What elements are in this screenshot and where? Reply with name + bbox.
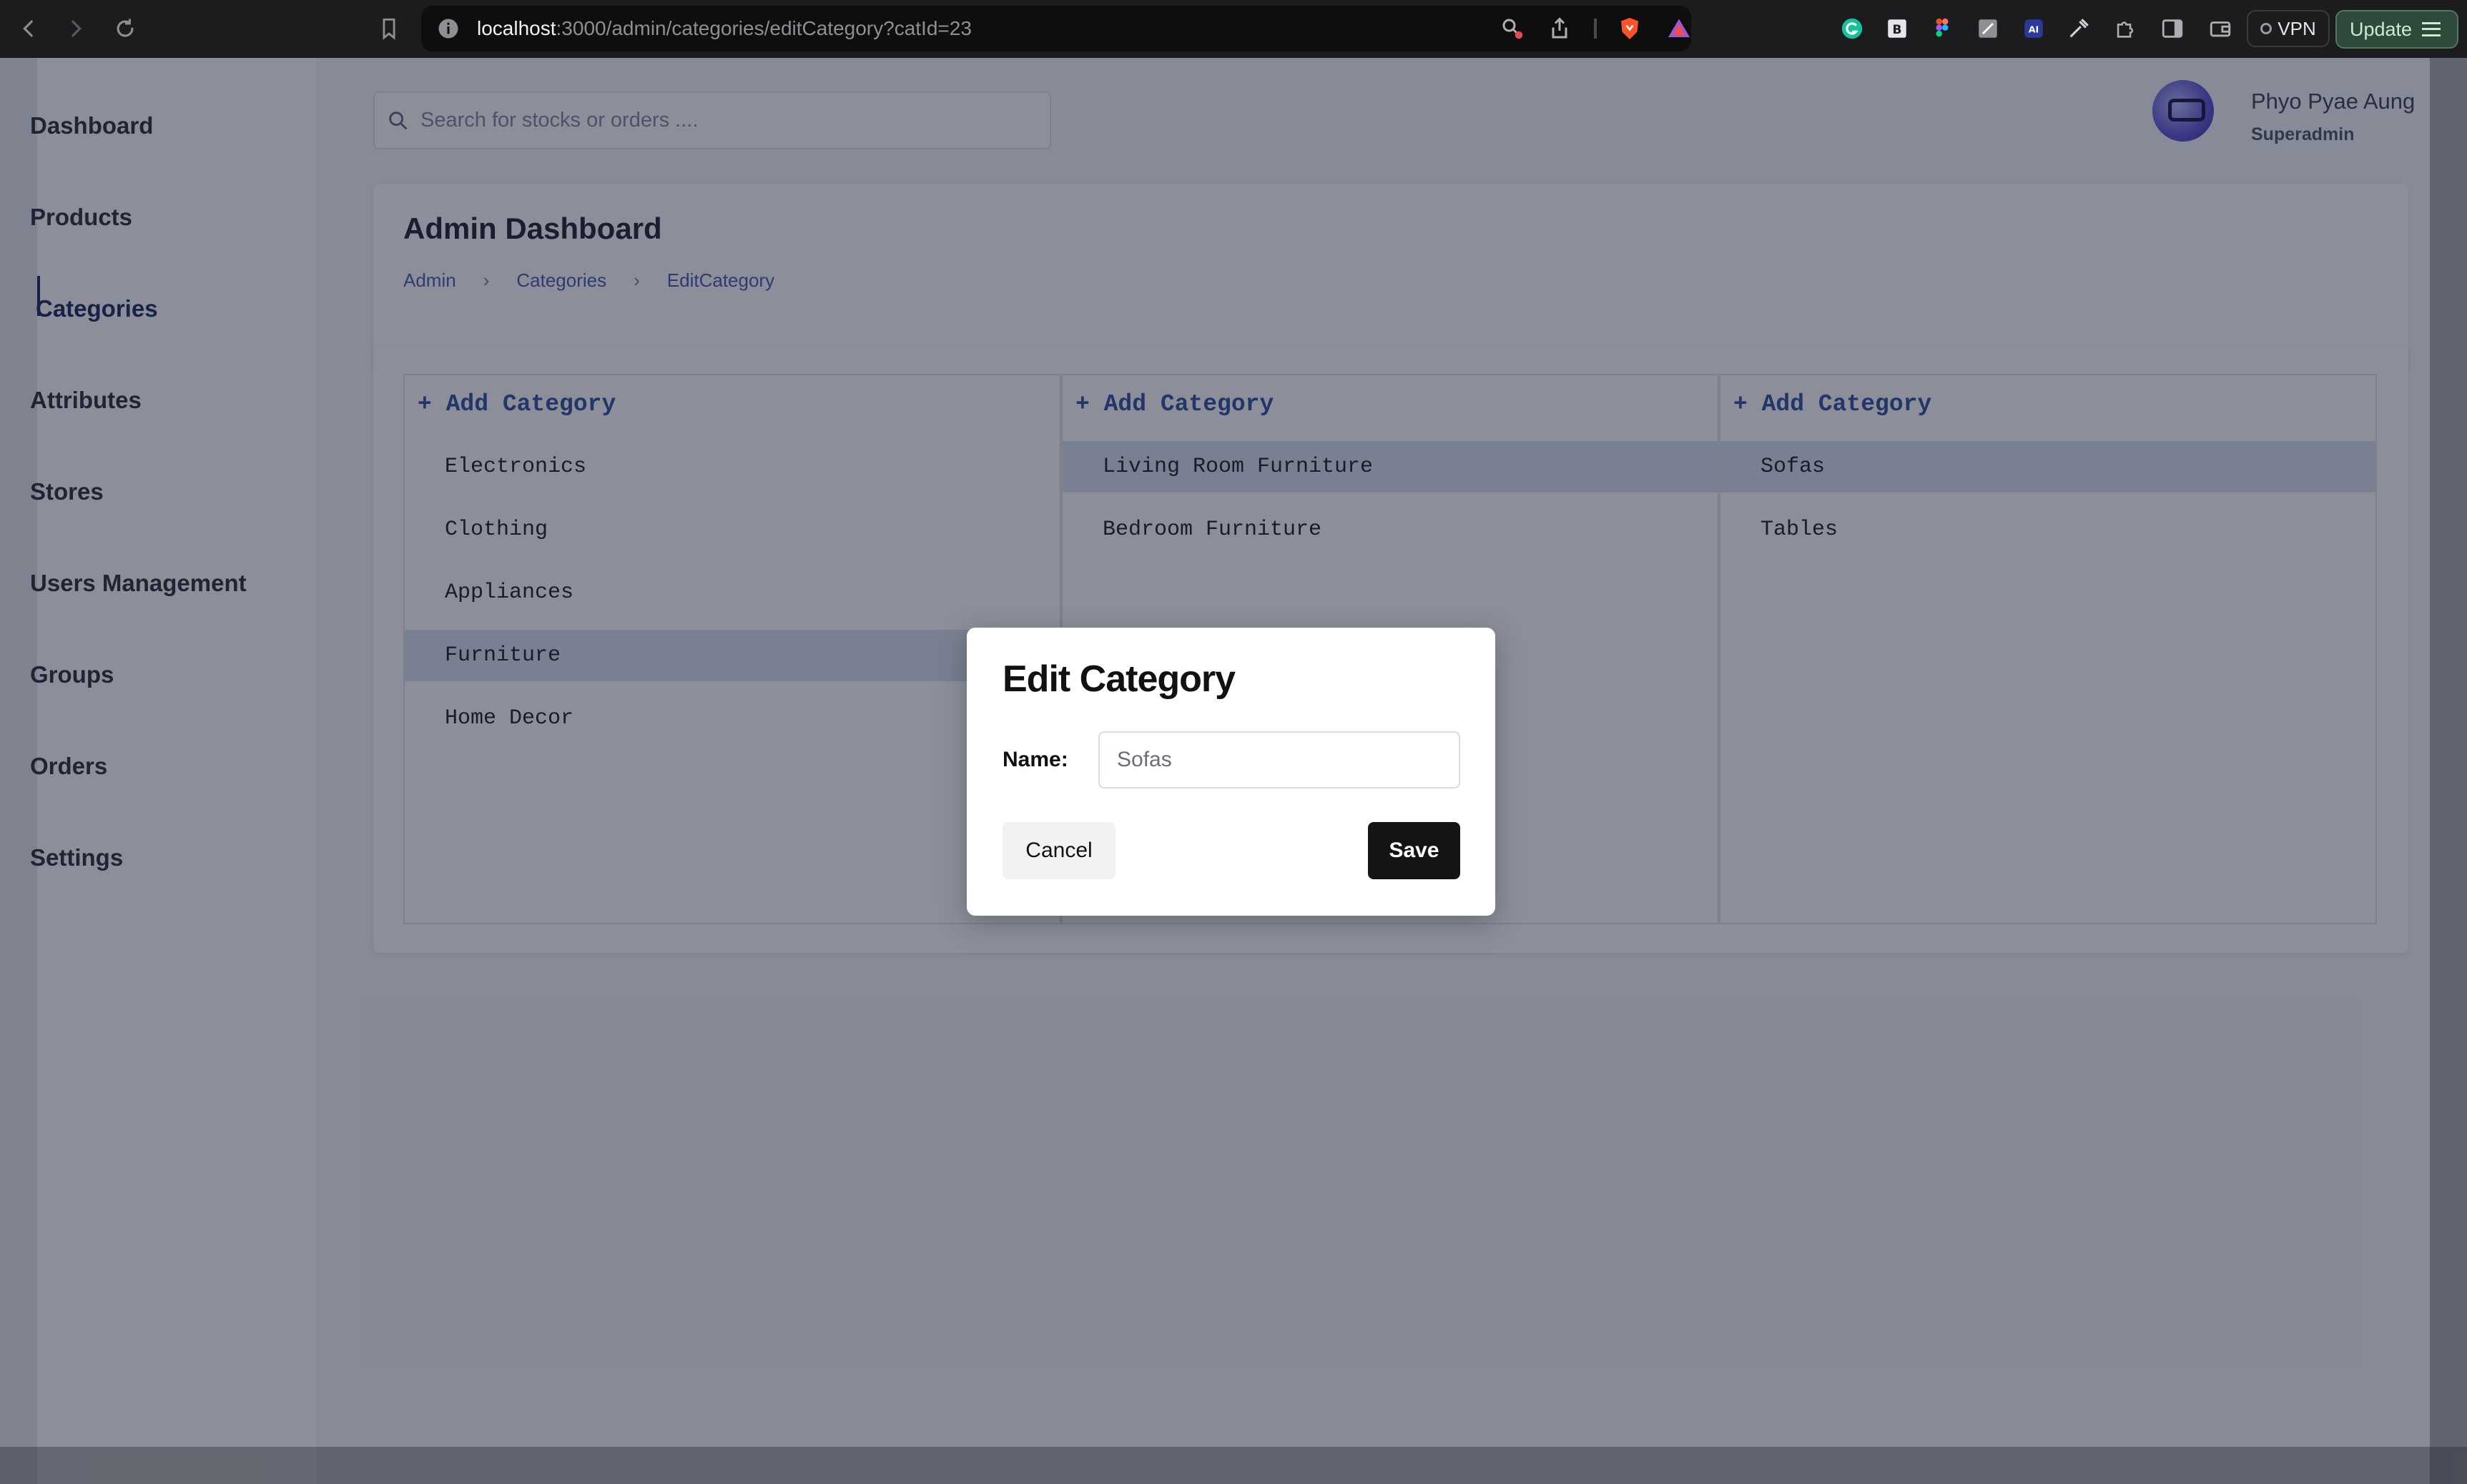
divider (1594, 19, 1597, 39)
backdrop-bottom (0, 1447, 2467, 1484)
dialog-title: Edit Category (1003, 658, 1236, 700)
address-bar[interactable]: localhost:3000/admin/categories/editCate… (421, 6, 1691, 51)
extensions-puzzle-icon[interactable] (2109, 13, 2141, 44)
forward-icon[interactable] (60, 13, 92, 44)
bookmark-icon[interactable] (373, 13, 405, 44)
reload-icon[interactable] (109, 13, 141, 44)
vpn-button[interactable]: VPN (2247, 10, 2330, 47)
svg-text:B: B (1893, 23, 1902, 37)
backdrop-edge (2430, 58, 2467, 1484)
cancel-button[interactable]: Cancel (1003, 822, 1116, 879)
back-icon[interactable] (13, 13, 44, 44)
wallet-icon[interactable] (2205, 13, 2236, 44)
bookmark-extension-icon[interactable]: B (1881, 13, 1913, 44)
vpn-label: VPN (2278, 17, 2316, 39)
save-button[interactable]: Save (1368, 822, 1460, 879)
sidebar-toggle-icon[interactable] (2157, 13, 2188, 44)
menu-icon (2422, 22, 2441, 36)
site-info-icon[interactable] (435, 16, 461, 41)
edit-category-dialog: Edit Category Name: Cancel Save (967, 628, 1495, 916)
category-name-input[interactable] (1098, 731, 1460, 788)
update-label: Update (2350, 18, 2413, 40)
url-text: localhost:3000/admin/categories/editCate… (477, 17, 972, 40)
brave-rewards-icon[interactable] (1666, 16, 1692, 41)
share-icon[interactable] (1547, 16, 1572, 41)
update-button[interactable]: Update (2335, 10, 2458, 49)
key-icon[interactable] (1500, 16, 1525, 41)
figma-icon[interactable] (1926, 13, 1958, 44)
url-host: localhost (477, 17, 556, 39)
edit-extension-icon[interactable] (1972, 13, 2004, 44)
brave-shield-icon[interactable] (1617, 16, 1643, 41)
svg-text:AI: AI (2029, 25, 2039, 36)
browser-toolbar: localhost:3000/admin/categories/editCate… (0, 0, 2467, 58)
grammarly-icon[interactable] (1836, 13, 1868, 44)
eyedropper-icon[interactable] (2063, 13, 2094, 44)
vpn-status-icon (2260, 23, 2273, 34)
ai-extension-icon[interactable]: AI (2018, 13, 2049, 44)
url-path: :3000/admin/categories/editCategory?catI… (556, 17, 972, 39)
name-label: Name: (1003, 748, 1068, 771)
